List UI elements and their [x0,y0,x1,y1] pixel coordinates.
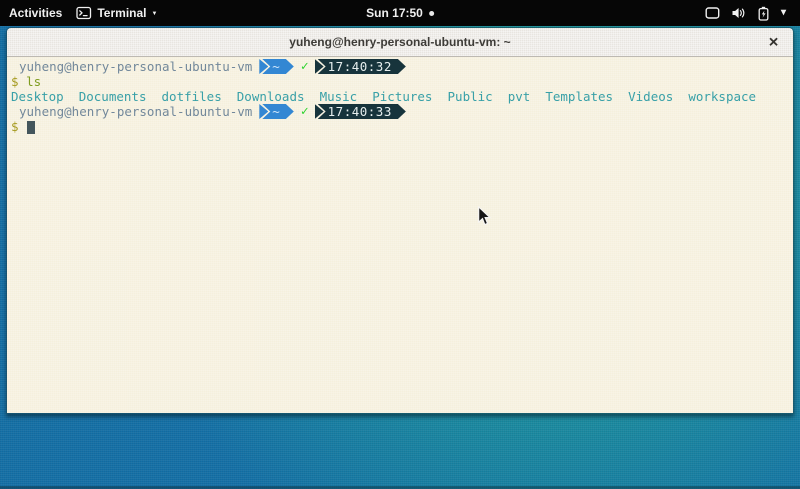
activities-button[interactable]: Activities [9,6,62,20]
terminal-content[interactable]: yuheng@henry-personal-ubuntu-vm ~ ✓ 17:4… [7,57,793,413]
command-line: $ ls [11,74,789,89]
close-button[interactable]: ✕ [768,36,779,49]
clock-button[interactable]: Sun 17:50 [366,6,434,20]
typed-command: ls [26,74,41,89]
desktop: Activities Terminal ▼ Sun 17:50 [0,0,800,489]
clock-label: Sun 17:50 [366,6,423,20]
prompt-char: $ [11,74,19,89]
notification-dot-icon [429,11,434,16]
app-menu-button[interactable]: Terminal ▼ [76,6,157,20]
prompt-time-segment: 17:40:32 [318,59,406,74]
app-menu-label: Terminal [97,6,146,20]
prompt-time-segment: 17:40:33 [318,104,406,119]
text-cursor [27,121,35,134]
prompt-line: yuheng@henry-personal-ubuntu-vm ~ ✓ 17:4… [11,104,789,119]
ls-output: DesktopDocumentsdotfilesDownloadsMusicPi… [11,89,789,104]
window-titlebar[interactable]: yuheng@henry-personal-ubuntu-vm: ~ ✕ [7,28,793,57]
volume-icon [731,6,746,20]
terminal-icon [76,6,92,20]
prompt-char: $ [11,119,19,134]
chevron-down-icon: ▼ [151,11,157,17]
prompt-host: yuheng@henry-personal-ubuntu-vm [11,59,252,74]
check-icon: ✓ [301,104,309,119]
top-bar: Activities Terminal ▼ Sun 17:50 [0,0,800,26]
system-tray-button[interactable]: ▾ [705,6,786,21]
terminal-window: yuheng@henry-personal-ubuntu-vm: ~ ✕ yuh… [6,27,794,414]
input-line: $ [11,119,789,134]
window-title: yuheng@henry-personal-ubuntu-vm: ~ [289,35,510,49]
prompt-host: yuheng@henry-personal-ubuntu-vm [11,104,252,119]
prompt-line: yuheng@henry-personal-ubuntu-vm ~ ✓ 17:4… [11,59,789,74]
check-icon: ✓ [301,59,309,74]
battery-charging-icon [757,6,770,21]
display-icon [705,6,720,20]
tray-chevron-down-icon: ▾ [781,8,786,18]
